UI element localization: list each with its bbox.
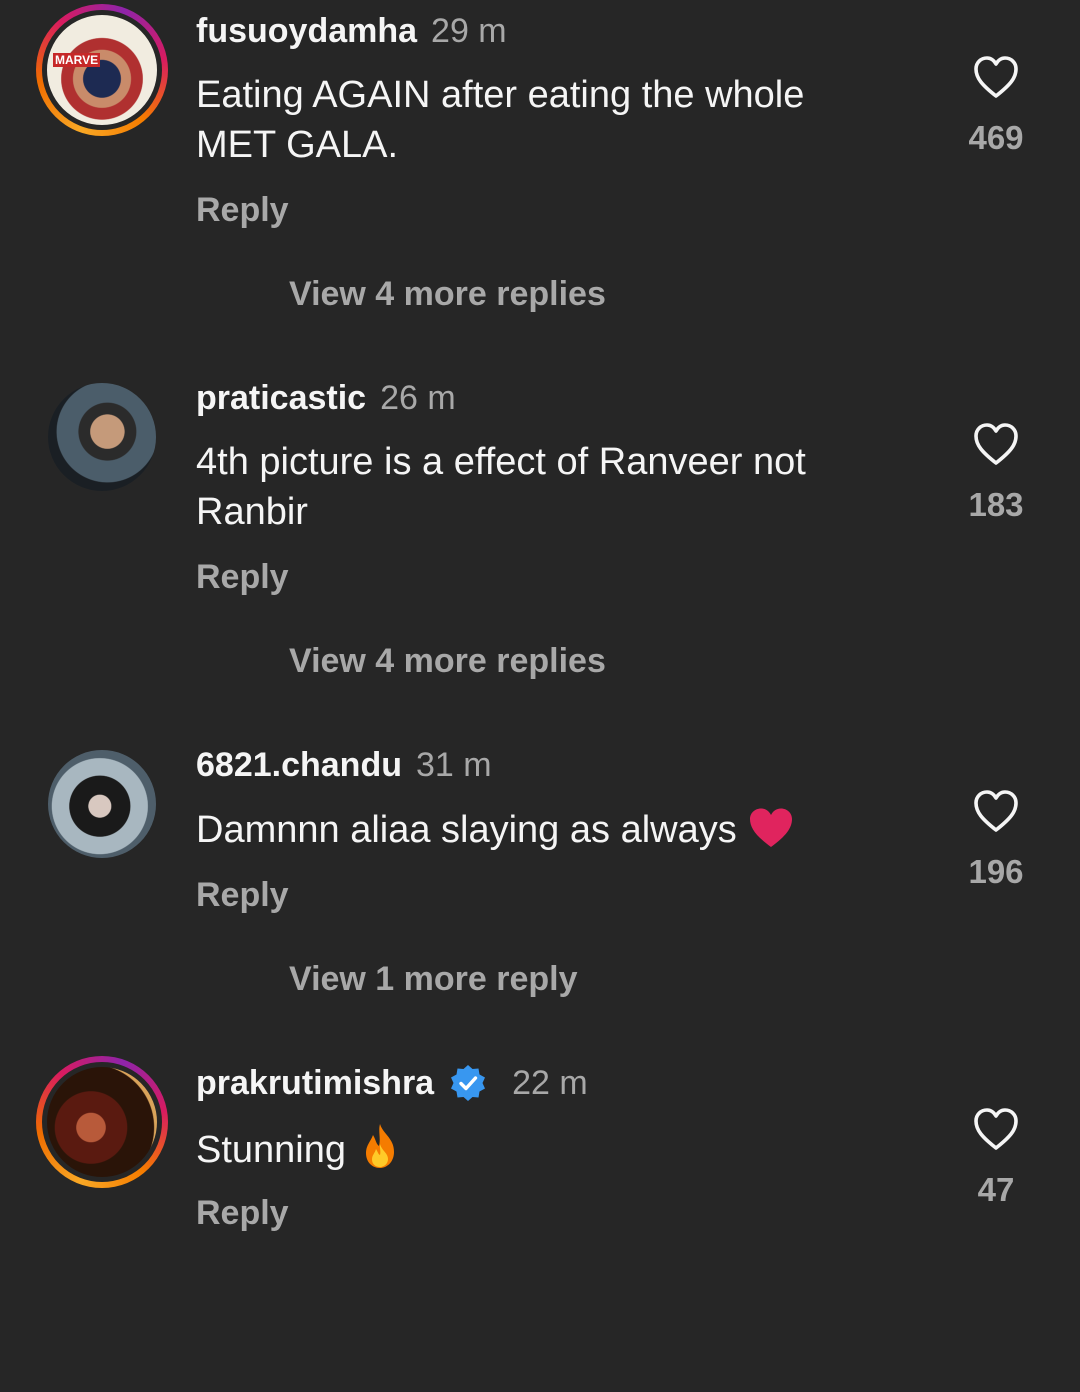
comment-text: Stunning bbox=[196, 1122, 886, 1175]
username[interactable]: fusuoydamha bbox=[196, 12, 417, 50]
red-heart-icon bbox=[749, 808, 792, 847]
heart-outline-icon[interactable] bbox=[972, 1106, 1020, 1152]
reply-button[interactable]: Reply bbox=[196, 557, 289, 597]
timestamp: 22 m bbox=[512, 1064, 588, 1102]
username[interactable]: 6821.chandu bbox=[196, 746, 402, 784]
heart-outline-icon[interactable] bbox=[972, 421, 1020, 467]
comment-header: prakrutimishra 22 m bbox=[196, 1063, 588, 1103]
comment-item: praticastic 26 m 4th picture is a effect … bbox=[0, 367, 1080, 707]
heart-outline-icon[interactable] bbox=[972, 54, 1020, 100]
view-more-replies-button[interactable]: View 4 more replies bbox=[289, 641, 606, 681]
comment-text-content: Stunning bbox=[196, 1129, 347, 1171]
comments-feed: MARVE fusuoydamha 29 m Eating AGAIN after… bbox=[0, 0, 1080, 1275]
avatar-story-ring[interactable] bbox=[36, 1056, 168, 1188]
avatar-frame[interactable] bbox=[36, 371, 168, 503]
avatar[interactable] bbox=[48, 750, 156, 858]
reply-button[interactable]: Reply bbox=[196, 190, 289, 230]
comment-text: Eating AGAIN after eating the whole MET … bbox=[196, 74, 805, 166]
username[interactable]: praticastic bbox=[196, 379, 366, 417]
avatar[interactable] bbox=[48, 383, 156, 491]
verified-badge-icon bbox=[451, 1065, 486, 1101]
comment-header: praticastic 26 m bbox=[196, 378, 456, 418]
timestamp: 29 m bbox=[431, 12, 507, 50]
avatar-story-ring[interactable]: MARVE bbox=[36, 4, 168, 136]
reply-button[interactable]: Reply bbox=[196, 1193, 289, 1233]
comment-text: 4th picture is a effect of Ranveer not R… bbox=[196, 441, 806, 533]
fire-icon bbox=[366, 1124, 395, 1168]
like-count: 196 bbox=[968, 853, 1024, 890]
heart-outline-icon[interactable] bbox=[972, 788, 1020, 834]
like-count: 183 bbox=[968, 486, 1024, 523]
avatar-logo-text: MARVE bbox=[53, 53, 101, 67]
comment-item: prakrutimishra 22 m Stunning Reply 47 bbox=[0, 1052, 1080, 1392]
timestamp: 31 m bbox=[415, 746, 492, 784]
like-count: 469 bbox=[968, 119, 1024, 156]
comment-item: MARVE fusuoydamha 29 m Eating AGAIN after… bbox=[0, 0, 1080, 340]
timestamp: 26 m bbox=[380, 379, 456, 417]
reply-button[interactable]: Reply bbox=[196, 875, 289, 915]
comment-text: Damnnn aliaa slaying as always bbox=[196, 805, 886, 855]
comment-header: 6821.chandu 31 m bbox=[196, 745, 492, 785]
like-count: 47 bbox=[977, 1171, 1015, 1208]
avatar[interactable]: MARVE bbox=[42, 10, 162, 130]
avatar-frame[interactable] bbox=[36, 738, 168, 870]
view-more-replies-button[interactable]: View 1 more reply bbox=[289, 959, 578, 999]
view-more-replies-button[interactable]: View 4 more replies bbox=[289, 274, 606, 314]
comment-header: fusuoydamha 29 m bbox=[196, 11, 507, 51]
comment-text-content: Damnnn aliaa slaying as always bbox=[196, 809, 737, 851]
comment-item: 6821.chandu 31 m Damnnn aliaa slaying as … bbox=[0, 734, 1080, 1074]
username[interactable]: prakrutimishra bbox=[196, 1064, 434, 1102]
avatar[interactable] bbox=[42, 1062, 162, 1182]
